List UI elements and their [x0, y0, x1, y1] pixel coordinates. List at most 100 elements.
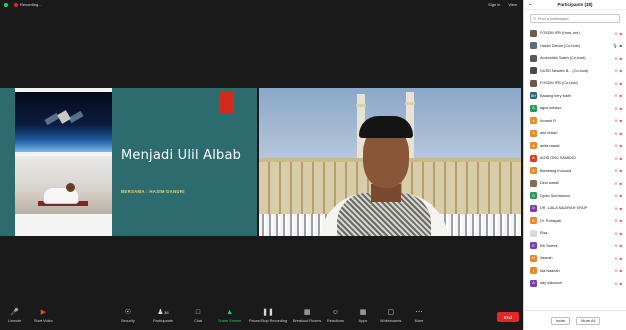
participant-name: anita rawati [540, 143, 560, 148]
apps-button[interactable]: ▦ Apps [358, 309, 368, 323]
avatar [530, 179, 537, 187]
more-button[interactable]: ⋯ More [414, 309, 424, 323]
view-button[interactable]: View [508, 2, 517, 7]
participant-row[interactable]: Hasim Danuri (Co-host) 🎙 ■ [524, 40, 626, 53]
participant-row[interactable]: Aanita rawati ✕ ■ [524, 140, 626, 153]
mic-muted-icon: ✕ [614, 193, 618, 199]
participant-row[interactable]: Aagus sofdiyo ✕ ■ [524, 102, 626, 115]
video-off-icon: ■ [619, 118, 622, 124]
mic-muted-icon: ✕ [614, 55, 618, 61]
participant-status: ✕ ■ [614, 56, 622, 61]
participant-row[interactable]: E Elsa ✕ ■ [524, 227, 626, 240]
participant-row[interactable]: FOSDM IPB (Host, me) ✕ ■ [524, 27, 626, 40]
mic-muted-icon: ✕ [614, 230, 618, 236]
unmute-button[interactable]: 🎤 Unmute [8, 309, 21, 323]
participant-status: ✕ ■ [614, 268, 622, 273]
participant-name: Amarut R [540, 118, 557, 123]
participant-row[interactable]: DUSD Newath B... (Co-host) ✕ ■ [524, 65, 626, 78]
participant-name: Hasim Danuri (Co-host) [540, 43, 580, 48]
participant-search-input[interactable] [537, 16, 618, 21]
video-off-icon: ■ [619, 143, 622, 149]
mic-muted-icon: ✕ [614, 243, 618, 249]
recording-indicator[interactable]: Recording... [4, 2, 42, 7]
mic-muted-icon: 🎤 [10, 309, 19, 316]
reactions-button[interactable]: ☺ Reactions [327, 309, 344, 323]
meeting-topbar: Recording... Sign in View [0, 0, 523, 9]
more-label: More [414, 319, 424, 323]
participant-status: ✕ ■ [614, 206, 622, 211]
space-satellite-image [15, 92, 112, 152]
video-off-icon: ■ [619, 80, 622, 86]
participant-row[interactable]: Aady wibowoh ✕ ■ [524, 277, 626, 290]
mic-muted-icon: ✕ [614, 205, 618, 211]
mute-all-button[interactable]: Mute All [576, 316, 601, 325]
avatar [530, 67, 537, 75]
participant-name: Aminuddin Saleh (Co-host) [540, 56, 586, 61]
participant-row[interactable]: Hhasnah ✕ ■ [524, 252, 626, 265]
participant-status: ✕ ■ [614, 231, 622, 236]
search-icon: ⚲ [533, 16, 536, 21]
share-screen-label: Share Screen [218, 319, 242, 323]
participant-status: ✕ ■ [614, 118, 622, 123]
participant-row[interactable]: B Bambang Irunzara ✕ ■ [524, 165, 626, 178]
chevron-down-icon[interactable]: ⌄ [528, 1, 532, 7]
participant-row[interactable]: D Dr. Rohayati ✕ ■ [524, 215, 626, 228]
participant-status: ✕ ■ [614, 243, 622, 248]
participants-panel-footer: Invite Mute All [524, 310, 626, 330]
pause-stop-recording-button[interactable]: ❚❚ Pause/Stop Recording [249, 309, 287, 323]
video-off-icon: ■ [619, 180, 622, 186]
mic-muted-icon: ✕ [614, 155, 618, 161]
video-off-icon: ■ [619, 243, 622, 249]
chat-button[interactable]: □ Chat [193, 309, 203, 323]
participant-name: arie lestari [540, 131, 558, 136]
participant-row[interactable]: I Ida Nadirah ✕ ■ [524, 265, 626, 278]
whiteboards-button[interactable]: ▢ Whiteboards [380, 309, 401, 323]
mic-muted-icon: ✕ [614, 80, 618, 86]
video-tile-speaker[interactable] [259, 88, 521, 236]
security-button[interactable]: ☉ Security [121, 309, 135, 323]
sign-in-link[interactable]: Sign in [488, 2, 500, 7]
slide-title: Menjadi Ulil Albab [121, 148, 242, 163]
pause-stop-icon: ❚❚ [262, 309, 274, 316]
participant-name: Djoko Sumarsono [540, 193, 571, 198]
participant-row[interactable]: Aminuddin Saleh (Co-host) ✕ ■ [524, 52, 626, 65]
participant-name: Elli Sweeti [540, 243, 558, 248]
avatar: A [530, 279, 537, 287]
avatar: E [530, 242, 537, 250]
participant-row[interactable]: FOSDM IPB (Co-host) ✕ ■ [524, 77, 626, 90]
participant-name: Badang hery fusfri [540, 93, 571, 98]
participant-row[interactable]: D DR. LAILA NAZIRAH SFAIP ✕ ■ [524, 202, 626, 215]
share-screen-button[interactable]: ▲ Share Screen [218, 309, 241, 323]
avatar: A [530, 104, 537, 112]
video-off-icon: ▶ [40, 309, 47, 316]
participant-row[interactable]: A Amarut R ✕ ■ [524, 115, 626, 128]
participant-status: ✕ ■ [614, 143, 622, 148]
end-meeting-button[interactable]: End [497, 312, 519, 322]
video-tile-slide[interactable]: Menjadi Ulil Albab BERSAMA : HASIM DANUR… [0, 88, 257, 236]
participant-row[interactable]: BH Badang hery fusfri ✕ ■ [524, 90, 626, 103]
participants-icon: ♟ 38 [157, 309, 169, 316]
invite-button[interactable]: Invite [550, 316, 571, 325]
recording-label: Recording... [20, 2, 42, 7]
share-screen-icon: ▲ [226, 309, 234, 316]
video-off-icon: ■ [619, 155, 622, 161]
participant-status: ✕ ■ [614, 218, 622, 223]
participant-row[interactable]: Deoi wardil ✕ ■ [524, 177, 626, 190]
avatar: D [530, 192, 537, 200]
video-off-icon: ■ [619, 55, 622, 61]
mic-muted-icon: ✕ [614, 218, 618, 224]
video-off-icon: ■ [619, 218, 622, 224]
start-video-button[interactable]: ▶ Start Video [34, 309, 53, 323]
video-icon: ■ [619, 43, 622, 49]
participant-status: ✕ ■ [614, 156, 622, 161]
participant-row[interactable]: D Djoko Sumarsono ✕ ■ [524, 190, 626, 203]
participant-search[interactable]: ⚲ [530, 14, 620, 23]
video-off-icon: ■ [619, 268, 622, 274]
participants-button[interactable]: ♟ 38 Participants [153, 309, 173, 323]
participant-row[interactable]: A AGIB ONO SAMIDIO ✕ ■ [524, 152, 626, 165]
participant-row[interactable]: Aarie lestari ✕ ■ [524, 127, 626, 140]
breakout-rooms-button[interactable]: ▦ Breakout Rooms [293, 309, 321, 323]
participant-row[interactable]: E Elli Sweeti ✕ ■ [524, 240, 626, 253]
avatar: A [530, 154, 537, 162]
participants-panel-header: ⌄ Participants (38) [524, 0, 626, 10]
